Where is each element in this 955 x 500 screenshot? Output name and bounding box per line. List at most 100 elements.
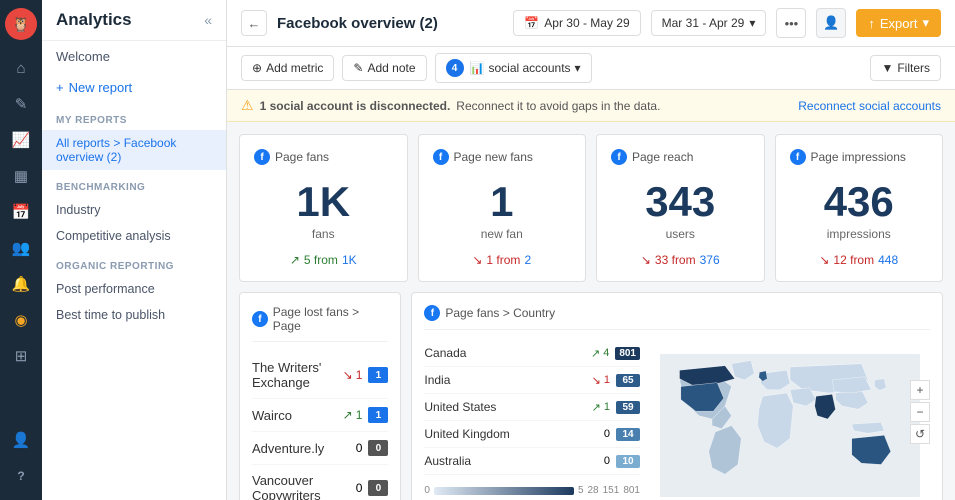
social-accounts-btn[interactable]: 4 📊 social accounts ▾ [435, 53, 592, 83]
india-change: ↘ 1 [592, 374, 610, 387]
add-metric-btn[interactable]: ⊕ Add metric [241, 55, 334, 81]
add-note-label: Add note [367, 61, 415, 75]
post-performance-link[interactable]: Post performance [42, 276, 226, 302]
reconnect-link[interactable]: Reconnect social accounts [798, 99, 941, 113]
more-options-btn[interactable]: ••• [776, 8, 806, 38]
organic-label: ORGANIC REPORTING [42, 249, 226, 276]
export-chevron-icon: ▾ [922, 15, 929, 31]
social-count-badge: 4 [446, 59, 464, 77]
page-fans-value: 1K [254, 181, 393, 223]
competitive-analysis-link[interactable]: Competitive analysis [42, 223, 226, 249]
legend-min: 0 [424, 485, 430, 496]
vancouver-change-val: 0 [356, 481, 363, 495]
new-fans-change-val: 1 from [486, 253, 520, 267]
facebook-impressions-icon: f [790, 149, 806, 165]
main-content: ← Facebook overview (2) 📅 Apr 30 - May 2… [227, 0, 955, 500]
fans-change-arrow: ↗ [290, 253, 300, 267]
country-row-uk: United Kingdom 0 14 [424, 421, 640, 448]
analytics-icon[interactable]: ◉ [5, 304, 37, 336]
grid-icon[interactable]: ▦ [5, 160, 37, 192]
country-us: United States [424, 400, 591, 414]
page-new-fans-header: f Page new fans [433, 149, 572, 165]
us-change: ↗ 1 [592, 401, 610, 414]
calendar-icon[interactable]: 📅 [5, 196, 37, 228]
date-range-compare-btn[interactable]: Mar 31 - Apr 29 ▾ [651, 10, 767, 36]
map-zoom-out-btn[interactable]: − [910, 402, 930, 422]
warning-message: ⚠ 1 social account is disconnected. Reco… [241, 97, 660, 114]
date-range-primary-btn[interactable]: 📅 Apr 30 - May 29 [513, 10, 640, 36]
metrics-icon[interactable]: 📈 [5, 124, 37, 156]
industry-link[interactable]: Industry [42, 197, 226, 223]
row-change-wairco: ↗ 1 [343, 408, 363, 422]
social-accounts-label: social accounts [488, 61, 570, 75]
canada-badge: 801 [615, 347, 640, 360]
page-reach-label: users [611, 227, 750, 241]
app-logo[interactable]: 🦉 [5, 8, 37, 40]
country-row-australia: Australia 0 10 [424, 448, 640, 475]
page-fans-card: f Page fans 1K fans ↗ 5 from 1K [239, 134, 408, 282]
edit-icon[interactable]: ✎ [5, 88, 37, 120]
new-fans-change-arrow: ↘ [472, 253, 482, 267]
warning-banner: ⚠ 1 social account is disconnected. Reco… [227, 90, 955, 122]
new-report-label: New report [69, 80, 133, 95]
country-title: Page fans > Country [445, 306, 555, 320]
map-refresh-btn[interactable]: ↺ [910, 424, 930, 444]
social-chevron-icon: ▾ [575, 61, 581, 75]
welcome-nav-item[interactable]: Welcome [42, 41, 226, 72]
help-icon[interactable]: ? [5, 460, 37, 492]
people-icon[interactable]: 👥 [5, 232, 37, 264]
canada-arrow: ↗ [591, 347, 600, 360]
filters-btn[interactable]: ▼ Filters [870, 55, 941, 81]
writers-change-val: 1 [356, 368, 363, 382]
best-time-link[interactable]: Best time to publish [42, 302, 226, 328]
export-label: Export [880, 16, 918, 31]
page-fans-title: Page fans [275, 150, 329, 164]
bell-icon[interactable]: 🔔 [5, 268, 37, 300]
map-svg [650, 340, 930, 500]
export-button[interactable]: ↑ Export ▾ [856, 9, 941, 37]
add-note-btn[interactable]: ✎ Add note [342, 55, 426, 81]
impressions-change-arrow: ↘ [819, 253, 829, 267]
sidebar-collapse-btn[interactable]: « [204, 12, 212, 28]
facebook-overview-breadcrumb[interactable]: All reports > Facebook overview (2) [42, 130, 226, 170]
page-fans-header: f Page fans [254, 149, 393, 165]
add-metric-icon: ⊕ [252, 61, 262, 75]
map-controls: + − ↺ [910, 380, 930, 444]
country-row-india: India ↘ 1 65 [424, 367, 640, 394]
page-reach-title: Page reach [632, 150, 693, 164]
back-button[interactable]: ← [241, 10, 267, 36]
export-up-icon: ↑ [868, 16, 875, 31]
more-icon: ••• [785, 16, 799, 31]
map-zoom-in-btn[interactable]: + [910, 380, 930, 400]
facebook-lost-icon: f [252, 311, 268, 327]
date-compare-chevron: ▾ [749, 16, 755, 30]
page-impressions-change: ↘ 12 from 448 [790, 253, 929, 267]
page-new-fans-value: 1 [433, 181, 572, 223]
writers-arrow: ↘ [343, 368, 353, 382]
fans-change-val: 5 from [304, 253, 338, 267]
row-change-vancouver: 0 [356, 481, 363, 495]
page-impressions-header: f Page impressions [790, 149, 929, 165]
adventurely-badge: 0 [368, 440, 388, 456]
reach-change-ref: 376 [700, 253, 720, 267]
writers-badge: 1 [368, 367, 388, 383]
icon-rail: 🦉 ⌂ ✎ 📈 ▦ 📅 👥 🔔 ◉ ⊞ 👤 ? [0, 0, 42, 500]
new-report-btn[interactable]: + New report [42, 72, 226, 103]
australia-badge: 10 [616, 455, 640, 468]
wairco-change-val: 1 [356, 408, 363, 422]
facebook-reach-icon: f [611, 149, 627, 165]
facebook-fans-icon: f [254, 149, 270, 165]
user-circle-icon[interactable]: 👤 [5, 424, 37, 456]
date-compare-label: Mar 31 - Apr 29 [662, 16, 745, 30]
country-row-us: United States ↗ 1 59 [424, 394, 640, 421]
india-arrow: ↘ [592, 374, 601, 387]
wairco-arrow: ↗ [343, 408, 353, 422]
metrics-row: f Page fans 1K fans ↗ 5 from 1K f Page n… [239, 134, 943, 282]
filter-label: Filters [897, 61, 930, 75]
page-fans-label: fans [254, 227, 393, 241]
apps-icon[interactable]: ⊞ [5, 340, 37, 372]
home-icon[interactable]: ⌂ [5, 52, 37, 84]
legend-151: 151 [603, 485, 620, 496]
user-button[interactable]: 👤 [816, 8, 846, 38]
social-bar-icon: 📊 [470, 61, 485, 75]
